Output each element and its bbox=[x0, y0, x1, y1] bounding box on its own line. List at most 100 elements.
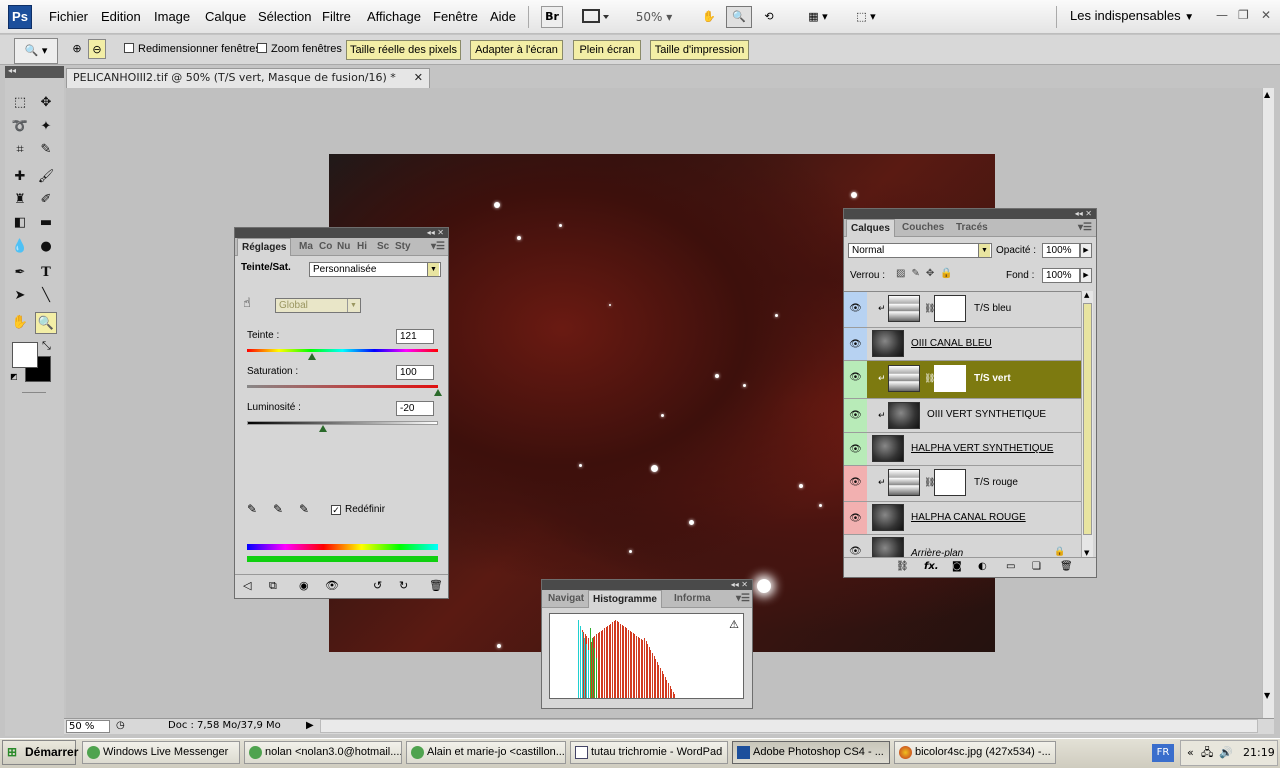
layers-scroll-thumb[interactable] bbox=[1083, 303, 1092, 535]
line-icon[interactable]: ╲ bbox=[35, 285, 57, 307]
bridge-button[interactable]: Br bbox=[541, 6, 563, 28]
layer-oiii-vert-synthetique[interactable]: 👁 ↵ OIII VERT SYNTHETIQUE bbox=[844, 399, 1081, 433]
task-windows-live-messenger[interactable]: Windows Live Messenger bbox=[82, 741, 240, 764]
targeted-adjustment-icon[interactable]: ☝ bbox=[243, 296, 251, 311]
eye-icon[interactable]: 👁 bbox=[849, 512, 862, 525]
tab-styles[interactable]: Sty bbox=[391, 238, 415, 256]
history-brush-icon[interactable]: ✐ bbox=[35, 189, 57, 211]
layer-ts-bleu[interactable]: 👁 ↵ ⛓ T/S bleu bbox=[844, 292, 1081, 328]
marquee-icon[interactable]: ⬚ bbox=[9, 92, 31, 114]
start-button[interactable]: ⊞ Démarrer bbox=[2, 740, 78, 765]
eyedropper-icon[interactable]: ✎ bbox=[247, 502, 257, 516]
fx-icon[interactable]: fx. bbox=[924, 561, 939, 572]
panel-menu-icon[interactable]: ▾☰ bbox=[427, 238, 449, 256]
foreground-color-swatch-top[interactable] bbox=[12, 342, 38, 368]
panel-menu-icon[interactable]: ▾☰ bbox=[732, 590, 754, 608]
eye-icon[interactable]: 👁 bbox=[849, 476, 862, 489]
zoom-tool-button[interactable]: 🔍 bbox=[726, 6, 752, 28]
healing-brush-icon[interactable]: ✚ bbox=[9, 166, 31, 188]
view-previous-icon[interactable]: ↺ bbox=[373, 579, 382, 592]
expand-view-icon[interactable]: ⧉ bbox=[269, 579, 277, 593]
menu-edition[interactable]: Edition bbox=[101, 9, 141, 24]
mask-thumbnail[interactable] bbox=[934, 365, 966, 392]
layer-ts-vert-selected[interactable]: 👁 ↵ ⛓ T/S vert bbox=[844, 361, 1081, 399]
brush-icon[interactable]: 🖌 bbox=[35, 166, 57, 188]
crop-icon[interactable]: ⌗ bbox=[9, 139, 31, 161]
panel-controls-icon[interactable]: ◂◂ ✕ bbox=[1075, 209, 1092, 218]
menu-aide[interactable]: Aide bbox=[490, 9, 516, 24]
network-icon[interactable]: 🖧 bbox=[1201, 741, 1213, 765]
mask-thumbnail[interactable] bbox=[934, 295, 966, 322]
status-menu-arrow-icon[interactable]: ▶ bbox=[306, 719, 314, 733]
restore-icon[interactable]: ❐ bbox=[1238, 8, 1249, 22]
volume-icon[interactable]: 🔊 bbox=[1219, 741, 1233, 765]
lock-transparency-icon[interactable]: ▨ bbox=[896, 268, 911, 279]
pen-icon[interactable]: ✒ bbox=[9, 262, 31, 284]
fill-slider-arrow-icon[interactable]: ▶ bbox=[1080, 268, 1092, 283]
saturation-value-input[interactable]: 100 bbox=[396, 365, 434, 380]
path-selection-icon[interactable]: ➤ bbox=[9, 285, 31, 307]
scroll-down-icon[interactable]: ▼ bbox=[1084, 549, 1089, 557]
close-tab-icon[interactable]: ✕ bbox=[414, 69, 423, 87]
trash-icon[interactable]: 🗑 bbox=[429, 579, 443, 592]
opacity-input[interactable]: 100% bbox=[1042, 243, 1080, 258]
eyedropper-plus-icon[interactable]: ✎ bbox=[273, 502, 283, 516]
panel-header[interactable]: ◂◂ ✕ bbox=[235, 228, 448, 238]
preset-dropdown[interactable]: Personnalisée ▼ bbox=[309, 262, 441, 277]
reset-icon[interactable]: ↻ bbox=[399, 579, 408, 592]
panel-controls-icon[interactable]: ◂◂ ✕ bbox=[427, 228, 444, 237]
print-size-button[interactable]: Taille d'impression bbox=[650, 40, 749, 60]
blur-icon[interactable]: 💧 bbox=[9, 236, 31, 258]
scroll-up-icon[interactable]: ▲ bbox=[1264, 90, 1270, 99]
zoom-out-icon[interactable]: ⊖ bbox=[88, 39, 106, 59]
back-icon[interactable]: ◁ bbox=[243, 579, 251, 592]
visibility-icon[interactable]: 👁 bbox=[325, 579, 339, 592]
swap-colors-icon[interactable]: ⤡ bbox=[42, 339, 51, 353]
eye-icon[interactable]: 👁 bbox=[849, 409, 862, 422]
layer-ts-rouge[interactable]: 👁 ↵ ⛓ T/S rouge bbox=[844, 466, 1081, 502]
tab-navigator[interactable]: Navigat bbox=[544, 590, 588, 608]
lightness-slider-thumb[interactable] bbox=[319, 425, 328, 432]
full-screen-button[interactable]: Plein écran bbox=[573, 40, 641, 60]
saturation-slider-track[interactable] bbox=[247, 385, 438, 388]
zoom-level-dropdown[interactable]: 50% ▾ bbox=[630, 6, 678, 28]
menu-affichage[interactable]: Affichage bbox=[367, 9, 421, 24]
eye-icon[interactable]: 👁 bbox=[849, 302, 862, 315]
lightness-value-input[interactable]: -20 bbox=[396, 401, 434, 416]
toolbox-header[interactable]: ◂◂ bbox=[5, 66, 64, 78]
tab-traces[interactable]: Tracés bbox=[952, 219, 992, 237]
zoom-all-windows-checkbox[interactable]: Zoom fenêtres bbox=[257, 43, 342, 55]
magic-wand-icon[interactable]: ✦ bbox=[35, 116, 57, 138]
arrange-documents-button[interactable]: ▦ ▾ bbox=[800, 6, 836, 28]
task-messenger-alain[interactable]: Alain et marie-jo <castillon... bbox=[406, 741, 566, 764]
type-icon[interactable]: T bbox=[35, 262, 57, 284]
lock-icons[interactable]: ▨✎✥🔒 bbox=[896, 268, 959, 279]
tab-info[interactable]: Informa bbox=[670, 590, 715, 608]
layer-halpha-canal-rouge[interactable]: 👁 HALPHA CANAL ROUGE bbox=[844, 502, 1081, 535]
menu-fenetre[interactable]: Fenêtre bbox=[433, 9, 478, 24]
fit-screen-button[interactable]: Adapter à l'écran bbox=[470, 40, 563, 60]
menu-filtre[interactable]: Filtre bbox=[322, 9, 351, 24]
collapse-icon[interactable]: ◂◂ bbox=[8, 66, 16, 75]
move-icon[interactable]: ✥ bbox=[35, 92, 57, 114]
tab-nu[interactable]: Nu bbox=[333, 238, 354, 256]
document-tab[interactable]: PELICANHOIII2.tif @ 50% (T/S vert, Masqu… bbox=[66, 68, 430, 88]
eyedropper-icon[interactable]: ✎ bbox=[35, 139, 57, 161]
lock-pixels-icon[interactable]: ✎ bbox=[911, 268, 925, 279]
close-icon[interactable]: ✕ bbox=[1261, 8, 1271, 22]
zoom-in-icon[interactable]: ⊕ bbox=[68, 39, 86, 59]
clock[interactable]: 21:19 bbox=[1243, 741, 1275, 765]
lasso-icon[interactable]: ➰ bbox=[9, 116, 31, 138]
hand-icon[interactable]: ✋ bbox=[9, 312, 31, 334]
link-layers-icon[interactable]: ⛓ bbox=[896, 561, 909, 572]
task-wordpad[interactable]: tutau trichromie - WordPad bbox=[570, 741, 728, 764]
layer-background[interactable]: 👁 Arrière-plan 🔒 bbox=[844, 535, 1081, 557]
language-indicator[interactable]: FR bbox=[1152, 744, 1174, 762]
scroll-down-icon[interactable]: ▼ bbox=[1264, 691, 1270, 700]
horizontal-scrollbar[interactable] bbox=[320, 719, 1258, 733]
new-adjustment-icon[interactable]: ◐ bbox=[978, 561, 987, 572]
menu-image[interactable]: Image bbox=[154, 9, 190, 24]
stamp-icon[interactable]: ♜ bbox=[9, 189, 31, 211]
tool-preset-picker[interactable]: 🔍 ▾ bbox=[14, 38, 58, 64]
eye-icon[interactable]: 👁 bbox=[849, 338, 862, 351]
